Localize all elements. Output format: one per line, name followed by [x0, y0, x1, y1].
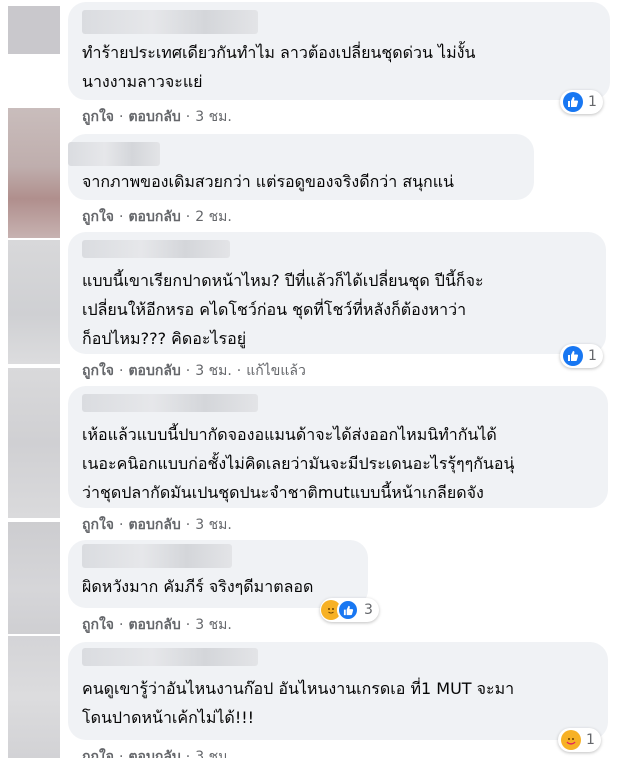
reaction-count: 3 — [364, 602, 373, 618]
thumbs-up-icon — [563, 92, 583, 112]
reaction-count: 1 — [588, 94, 597, 110]
comment-text: ผิดหวังมาก คัมภีร์ จริงๆดีมาตลอด — [82, 577, 314, 596]
reply-link[interactable]: ตอบกลับ — [128, 749, 180, 758]
commenter-name-blurred[interactable] — [68, 142, 160, 166]
timestamp[interactable]: 2 ชม. — [195, 209, 232, 225]
avatar[interactable] — [8, 636, 60, 758]
commenter-name-blurred[interactable] — [82, 544, 232, 568]
comment-bubble: แบบนี้เขาเรียกปาดหน้าไหม? ปีที่แล้วก็ได้… — [68, 232, 606, 354]
reaction-summary[interactable]: 1 — [558, 728, 601, 752]
timestamp[interactable]: 3 ชม. — [195, 363, 232, 379]
like-link[interactable]: ถูกใจ — [82, 617, 114, 633]
comment-actions: ถูกใจ · ตอบกลับ · 3 ชม. — [82, 109, 232, 125]
commenter-name-blurred[interactable] — [82, 10, 258, 34]
comment-actions: ถูกใจ · ตอบกลับ · 3 ชม. — [82, 517, 232, 533]
comment-text: ทำร้ายประเทศเดียวกันทำไม ลาวต้องเปลี่ยนช… — [82, 43, 476, 91]
avatar[interactable] — [8, 368, 60, 518]
thumbs-up-icon — [337, 599, 359, 621]
comment-bubble: ผิดหวังมาก คัมภีร์ จริงๆดีมาตลอด — [68, 540, 368, 608]
avatar[interactable] — [8, 522, 60, 634]
reply-link[interactable]: ตอบกลับ — [128, 517, 180, 533]
avatar[interactable] — [8, 108, 60, 238]
comment-actions: ถูกใจ · ตอบกลับ · 2 ชม. — [82, 209, 232, 225]
reply-link[interactable]: ตอบกลับ — [128, 109, 180, 125]
thumbs-up-icon — [563, 346, 583, 366]
like-link[interactable]: ถูกใจ — [82, 749, 114, 758]
comment-bubble: จากภาพของเดิมสวยกว่า แต่รอดูของจริงดีกว่… — [68, 134, 534, 200]
care-emoji-icon — [561, 730, 581, 750]
like-link[interactable]: ถูกใจ — [82, 209, 114, 225]
comment-actions: ถูกใจ · ตอบกลับ · 3 ชม. — [82, 617, 232, 633]
reaction-count: 1 — [588, 348, 597, 364]
comment-actions: ถูกใจ · ตอบกลับ · 3 ชม. · แก้ไขแล้ว — [82, 363, 306, 379]
comment-actions: ถูกใจ · ตอบกลับ · 3 ชม. — [82, 746, 232, 758]
like-link[interactable]: ถูกใจ — [82, 517, 114, 533]
reply-link[interactable]: ตอบกลับ — [128, 617, 180, 633]
comment-bubble: คนดูเขารู้ว่าอันไหนงานก๊อป อันไหนงานเกรด… — [68, 642, 608, 740]
comment-bubble: เห้อแล้วแบบนี้ปบากัดจองอแมนด้าจะได้ส่งออ… — [68, 386, 608, 508]
commenter-name-blurred[interactable] — [82, 394, 258, 412]
reply-link[interactable]: ตอบกลับ — [128, 363, 180, 379]
timestamp[interactable]: 3 ชม. — [195, 517, 232, 533]
reaction-summary[interactable]: 1 — [560, 344, 603, 368]
reaction-summary[interactable]: 1 — [560, 90, 603, 114]
comment-text: จากภาพของเดิมสวยกว่า แต่รอดูของจริงดีกว่… — [82, 172, 454, 191]
comment-text: คนดูเขารู้ว่าอันไหนงานก๊อป อันไหนงานเกรด… — [82, 679, 515, 727]
like-link[interactable]: ถูกใจ — [82, 363, 114, 379]
commenter-name-blurred[interactable] — [82, 240, 230, 258]
reaction-count: 1 — [586, 732, 595, 748]
timestamp[interactable]: 3 ชม. — [195, 617, 232, 633]
edited-label[interactable]: แก้ไขแล้ว — [246, 363, 306, 379]
avatar[interactable] — [8, 240, 60, 364]
comment-bubble: ทำร้ายประเทศเดียวกันทำไม ลาวต้องเปลี่ยนช… — [68, 2, 610, 100]
avatar[interactable] — [8, 6, 60, 54]
comment-text: แบบนี้เขาเรียกปาดหน้าไหม? ปีที่แล้วก็ได้… — [82, 271, 484, 348]
comment-text: เห้อแล้วแบบนี้ปบากัดจองอแมนด้าจะได้ส่งออ… — [82, 425, 515, 502]
timestamp[interactable]: 3 ชม. — [195, 749, 232, 758]
reply-link[interactable]: ตอบกลับ — [128, 209, 180, 225]
reaction-summary[interactable]: 3 — [320, 598, 379, 622]
timestamp[interactable]: 3 ชม. — [195, 109, 232, 125]
like-link[interactable]: ถูกใจ — [82, 109, 114, 125]
commenter-name-blurred[interactable] — [82, 648, 258, 666]
